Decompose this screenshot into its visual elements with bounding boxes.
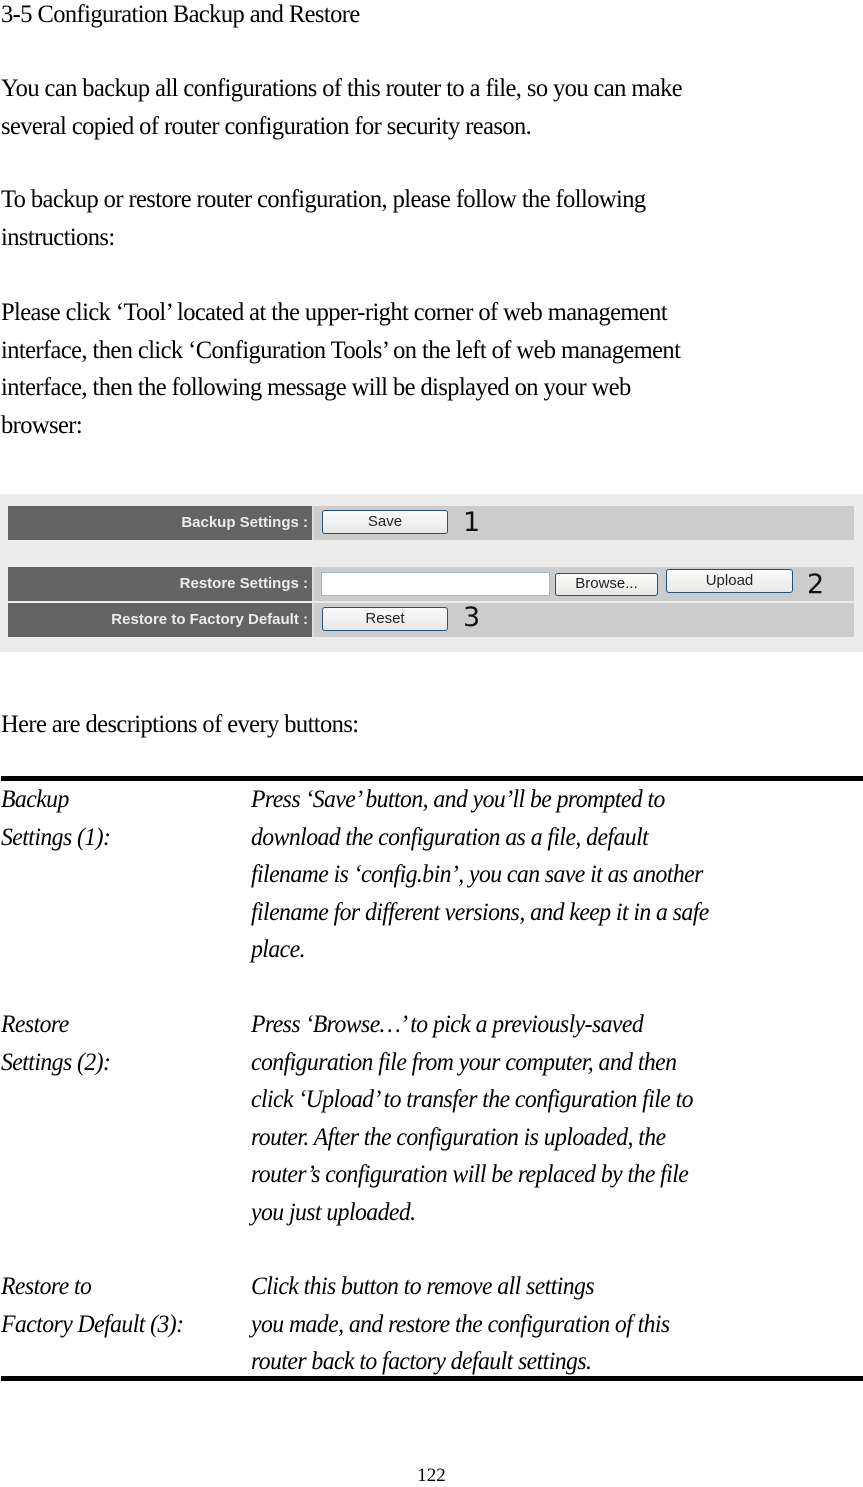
text-line: Settings (2):	[1, 1046, 111, 1076]
table-bottom-rule	[1, 1376, 863, 1381]
text-line: Backup	[1, 784, 69, 813]
config-file-input[interactable]	[321, 572, 550, 596]
section-title: 3-5 Configuration Backup and Restore	[1, 0, 360, 28]
intro-paragraph: You can backup all configurations of thi…	[1, 69, 683, 144]
description-definition: Click this button to remove all settings…	[251, 1267, 670, 1380]
navigation-paragraph: Please click ‘Tool’ located at the upper…	[1, 293, 681, 443]
reset-button[interactable]: Reset	[322, 607, 448, 631]
text-line: instructions:	[1, 221, 115, 251]
text-line: filename is ‘config.bin’, you can save i…	[251, 859, 703, 888]
text-line: you made, and restore the configuration …	[251, 1308, 670, 1338]
description-term: Backup Settings (1):	[1, 780, 111, 855]
description-term: Restore to Factory Default (3):	[1, 1267, 184, 1342]
backup-settings-label: Backup Settings :	[8, 506, 312, 540]
text-line: interface, then the following message wi…	[1, 372, 631, 401]
text-line: interface, then click ‘Configuration Too…	[1, 334, 681, 364]
restore-settings-label: Restore Settings :	[8, 567, 312, 601]
text-line: Press ‘Save’ button, and you’ll be promp…	[251, 784, 665, 813]
page-number: 122	[417, 1465, 446, 1486]
text-line: You can backup all configurations of thi…	[1, 73, 683, 102]
upload-button[interactable]: Upload	[666, 569, 793, 593]
router-config-screenshot: Backup Settings : Save 1 Restore Setting…	[0, 494, 863, 652]
description-term: Restore Settings (2):	[1, 1005, 111, 1080]
text-line: router’s configuration will be replaced …	[251, 1159, 689, 1188]
description-definition: Press ‘Browse…’ to pick a previously-sav…	[251, 1005, 693, 1230]
callout-number: 1	[463, 507, 481, 538]
divider	[312, 506, 314, 540]
descriptions-intro: Here are descriptions of every buttons:	[1, 709, 359, 738]
text-line: Please click ‘Tool’ located at the upper…	[1, 297, 668, 326]
text-line: download the configuration as a file, de…	[251, 821, 649, 851]
save-button[interactable]: Save	[322, 510, 448, 534]
text-line: Press ‘Browse…’ to pick a previously-sav…	[251, 1009, 644, 1038]
text-line: browser:	[1, 409, 83, 439]
description-definition: Press ‘Save’ button, and you’ll be promp…	[251, 780, 709, 968]
text-line: Restore to	[1, 1271, 92, 1300]
text-line: configuration file from your computer, a…	[251, 1046, 677, 1076]
text-line: filename for different versions, and kee…	[251, 896, 709, 926]
browse-button[interactable]: Browse...	[555, 573, 658, 596]
divider	[312, 603, 314, 637]
text-line: Restore	[1, 1009, 69, 1038]
divider	[312, 567, 314, 601]
backup-settings-row: Backup Settings : Save 1	[8, 506, 854, 540]
text-line: router back to factory default settings.	[251, 1346, 592, 1375]
callout-number: 3	[463, 602, 481, 633]
instructions-paragraph: To backup or restore router configuratio…	[1, 180, 646, 255]
text-line: you just uploaded.	[251, 1196, 416, 1226]
text-line: Settings (1):	[1, 821, 111, 851]
text-line: router. After the configuration is uploa…	[251, 1121, 666, 1151]
text-line: Factory Default (3):	[1, 1308, 184, 1338]
restore-settings-row: Restore Settings : Browse... Upload 2	[8, 567, 854, 601]
text-line: several copied of router configuration f…	[1, 110, 532, 140]
callout-number: 2	[807, 569, 825, 600]
factory-default-row: Restore to Factory Default : Reset 3	[8, 603, 854, 637]
factory-default-label: Restore to Factory Default :	[8, 603, 312, 637]
text-line: click ‘Upload’ to transfer the configura…	[251, 1084, 693, 1113]
text-line: place.	[251, 934, 305, 963]
text-line: To backup or restore router configuratio…	[1, 184, 646, 213]
text-line: Click this button to remove all settings	[251, 1271, 595, 1300]
